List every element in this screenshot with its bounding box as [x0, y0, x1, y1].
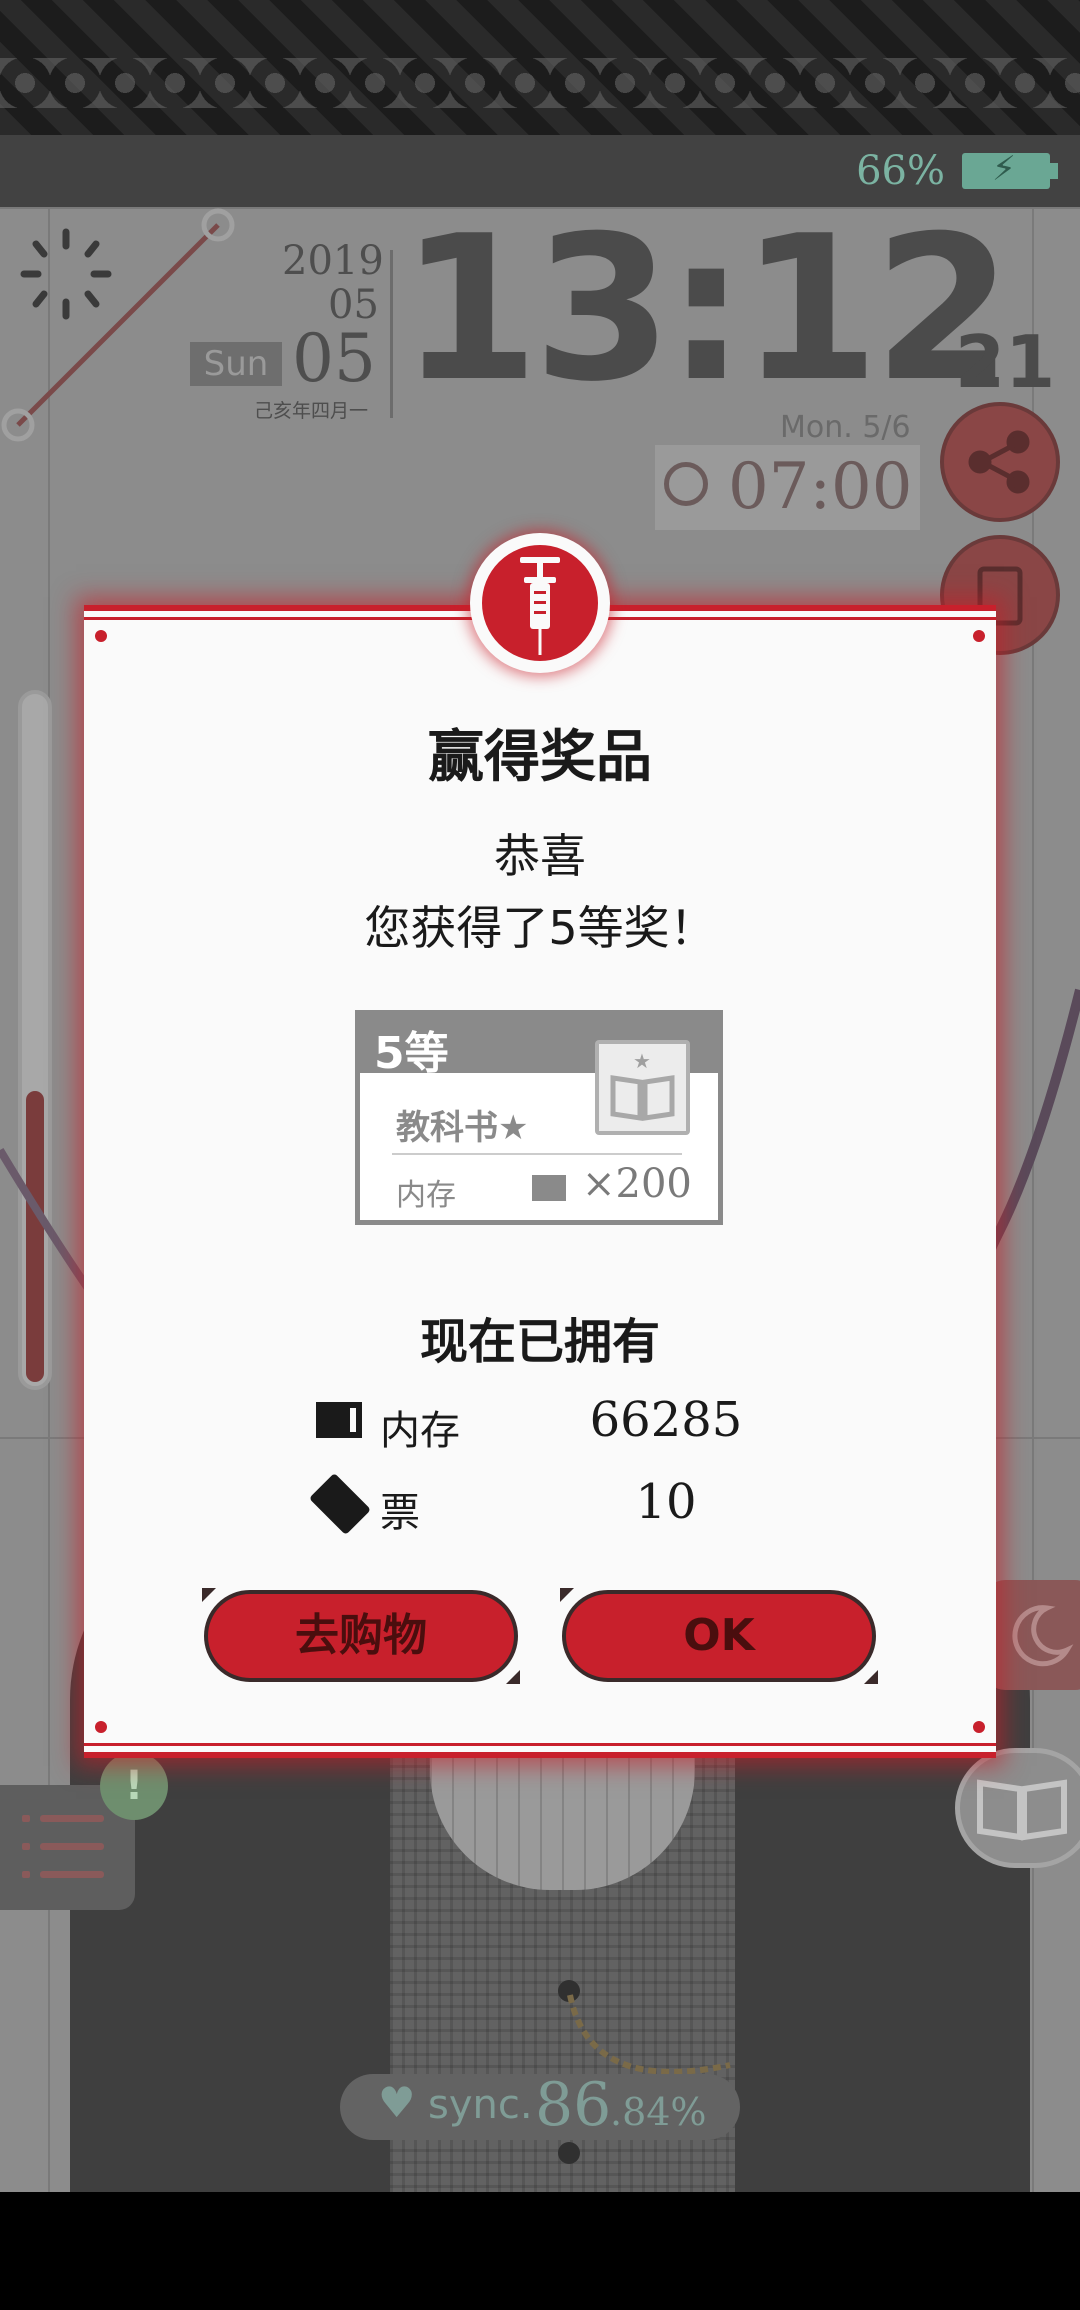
- date-year: 2019: [282, 238, 384, 284]
- next-alarm-date: Mon. 5/6: [780, 410, 911, 445]
- button-corner: [864, 1670, 878, 1684]
- night-mode-button[interactable]: [985, 1580, 1080, 1690]
- modal-bottom-stripe: [84, 1752, 996, 1758]
- menu-line: [40, 1843, 104, 1850]
- modal-bottom-stripe: [84, 1743, 996, 1746]
- bottom-black-bar: [0, 2192, 1080, 2310]
- moon-icon: [1012, 1605, 1074, 1667]
- button-corner: [202, 1588, 216, 1602]
- prize-card-divider: [392, 1153, 682, 1155]
- go-shopping-label: 去购物: [295, 1610, 427, 1661]
- sync-decimal: .84%: [610, 2090, 707, 2134]
- prize-item-name: 教科书★: [396, 1108, 529, 1148]
- corner-dot: [973, 1721, 985, 1733]
- date-day: 05: [292, 320, 376, 397]
- prize-rank: 5等: [374, 1028, 449, 1079]
- loading-spinner-icon: [20, 228, 112, 320]
- menu-dot: [22, 1843, 30, 1850]
- owned-ticket-value: 10: [635, 1474, 697, 1530]
- battery-percent: 66%: [856, 148, 945, 194]
- date-divider: [390, 250, 393, 418]
- vest-button: [558, 2142, 580, 2164]
- dialog-title: 赢得奖品: [428, 725, 652, 790]
- sync-value: 86: [535, 2070, 612, 2140]
- prize-card: 5等 ★ 教科书★ 内存 ×200: [355, 1010, 723, 1225]
- sync-label: sync.: [428, 2082, 533, 2128]
- congrats-text: 恭喜: [494, 829, 586, 883]
- top-decor-strip: [0, 0, 1080, 135]
- menu-dot: [22, 1871, 30, 1878]
- owned-title: 现在已拥有: [419, 1314, 660, 1370]
- book-button[interactable]: [955, 1748, 1080, 1868]
- prize-message: 您获得了5等奖！: [364, 901, 716, 955]
- syringe-icon: [520, 557, 560, 655]
- open-book-icon: [977, 1779, 1067, 1841]
- menu-line: [40, 1871, 104, 1878]
- share-icon: [968, 430, 1030, 494]
- corner-dot: [973, 630, 985, 642]
- corner-dot: [95, 630, 107, 642]
- lunar-date: 己亥年四月一: [254, 400, 369, 422]
- memory-card-icon: [316, 1402, 362, 1438]
- textbook-thumbnail: ★: [595, 1040, 690, 1135]
- share-button[interactable]: [940, 402, 1060, 522]
- alarm-time: 07:00: [728, 450, 913, 524]
- lace-border: [0, 58, 1080, 108]
- menu-line: [40, 1815, 104, 1822]
- syringe-emblem-inner: [478, 541, 602, 665]
- prize-item-category: 内存: [396, 1178, 456, 1213]
- owned-ticket-label: 票: [380, 1490, 420, 1536]
- memory-card-icon: [532, 1175, 566, 1201]
- textbook-icon: ★: [610, 1049, 675, 1121]
- clock-time: 13:12: [400, 193, 1013, 426]
- svg-text:★: ★: [633, 1049, 651, 1073]
- prize-quantity: ×200: [582, 1161, 692, 1207]
- battery-charging-icon: ⚡: [962, 149, 1058, 189]
- clock-seconds: 21: [955, 320, 1056, 404]
- alert-badge-icon[interactable]: !: [100, 1752, 168, 1820]
- alarm-bell-icon: [664, 462, 708, 506]
- button-corner: [506, 1670, 520, 1684]
- app-screen: 66% ⚡ 2019 05 05 Sun 己亥年四月一 13:12 21 Mon…: [0, 0, 1080, 2310]
- button-corner: [560, 1588, 574, 1602]
- corner-dot: [95, 1721, 107, 1733]
- menu-dot: [22, 1815, 30, 1822]
- owned-memory-value: 66285: [589, 1392, 743, 1448]
- date-weekday-badge: Sun: [190, 342, 282, 386]
- go-shopping-button[interactable]: 去购物: [202, 1588, 520, 1684]
- ok-label: OK: [683, 1610, 755, 1661]
- owned-memory-label: 内存: [380, 1408, 460, 1454]
- heart-icon: ♥: [378, 2078, 416, 2127]
- syringe-emblem: [470, 533, 610, 673]
- ok-button[interactable]: OK: [560, 1588, 878, 1684]
